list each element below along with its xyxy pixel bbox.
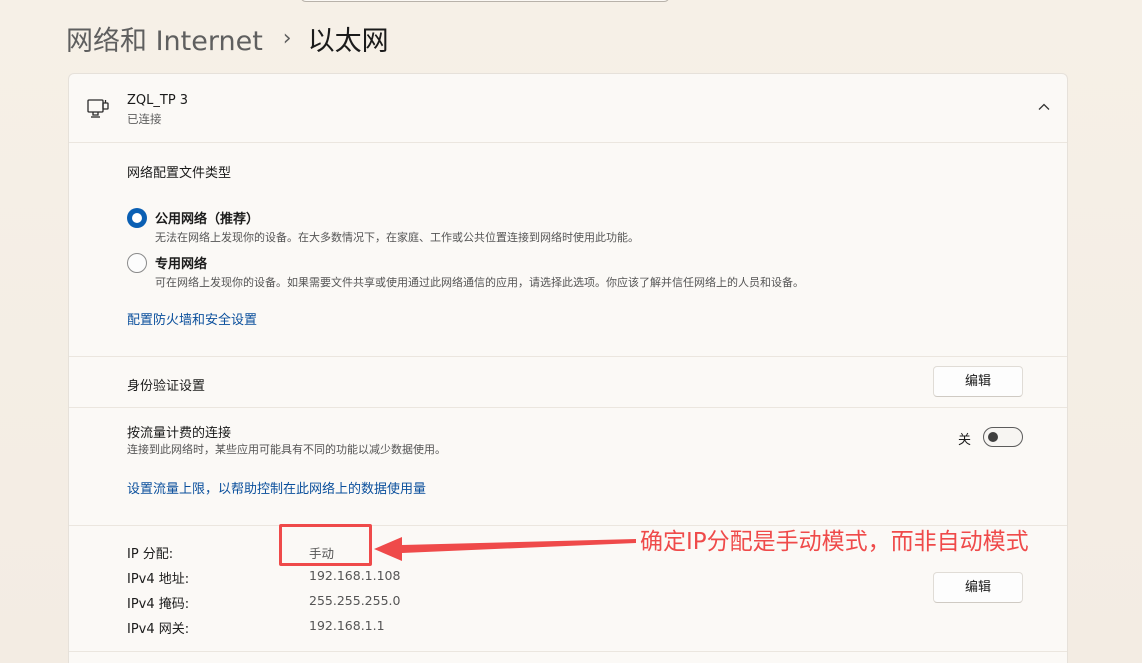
public-network-label[interactable]: 公用网络（推荐） [155,208,259,227]
ip-assignment-key: IP 分配: [127,547,174,562]
public-network-description: 无法在网络上发现你的设备。在大多数情况下，在家庭、工作或公共位置连接到网络时使用… [155,231,639,244]
private-network-radio[interactable] [127,253,147,273]
annotation-text: 确定IP分配是手动模式，而非自动模式 [640,529,1029,555]
connection-header[interactable]: ZQL_TP 3 已连接 [69,74,1067,142]
metered-description: 连接到此网络时，某些应用可能具有不同的功能以减少数据使用。 [127,443,446,456]
toggle-knob [988,432,998,442]
auth-section: 身份验证设置 编辑 [69,356,1067,407]
ipv4-address-value: 192.168.1.108 [309,568,401,583]
ipv4-mask-key: IPv4 掩码: [127,597,190,612]
page-title: 以太网 [307,25,389,57]
metered-label: 按流量计费的连接 [127,426,232,441]
chevron-up-icon[interactable] [1037,100,1051,114]
next-section [69,651,1067,663]
ethernet-settings-card: ZQL_TP 3 已连接 网络配置文件类型 公用网络（推荐） 无法在网络上发现你… [68,73,1068,663]
ipv4-mask-value: 255.255.255.0 [309,593,401,608]
profile-section: 网络配置文件类型 公用网络（推荐） 无法在网络上发现你的设备。在大多数情况下，在… [69,142,1067,356]
profile-heading: 网络配置文件类型 [127,166,232,181]
auth-label: 身份验证设置 [127,379,206,394]
ipv4-gateway-value: 192.168.1.1 [309,618,385,633]
metered-section: 按流量计费的连接 连接到此网络时，某些应用可能具有不同的功能以减少数据使用。 关… [69,407,1067,525]
ipv4-gateway-key: IPv4 网关: [127,622,190,637]
connection-name: ZQL_TP 3 [127,93,189,108]
metered-toggle[interactable] [983,427,1023,447]
metered-toggle-state: 关 [958,433,972,448]
breadcrumb-separator: › [282,25,292,51]
breadcrumb: 网络和 Internet › 以太网 [66,18,389,58]
ip-edit-button[interactable]: 编辑 [933,572,1023,603]
arrow-icon [374,537,636,561]
private-network-description: 可在网络上发现你的设备。如果需要文件共享或使用通过此网络通信的应用，请选择此选项… [155,276,804,289]
breadcrumb-parent[interactable]: 网络和 Internet [66,19,263,58]
public-network-radio[interactable] [127,208,147,228]
ethernet-icon [87,99,109,118]
auth-edit-button[interactable]: 编辑 [933,366,1023,397]
private-network-label[interactable]: 专用网络 [155,253,207,272]
connection-status: 已连接 [127,112,162,126]
firewall-settings-link[interactable]: 配置防火墙和安全设置 [127,309,257,328]
top-scrollbar-strip [300,0,670,2]
annotation-highlight-box [279,524,372,566]
ipv4-address-key: IPv4 地址: [127,572,190,587]
data-limit-link[interactable]: 设置流量上限，以帮助控制在此网络上的数据使用量 [127,478,426,497]
